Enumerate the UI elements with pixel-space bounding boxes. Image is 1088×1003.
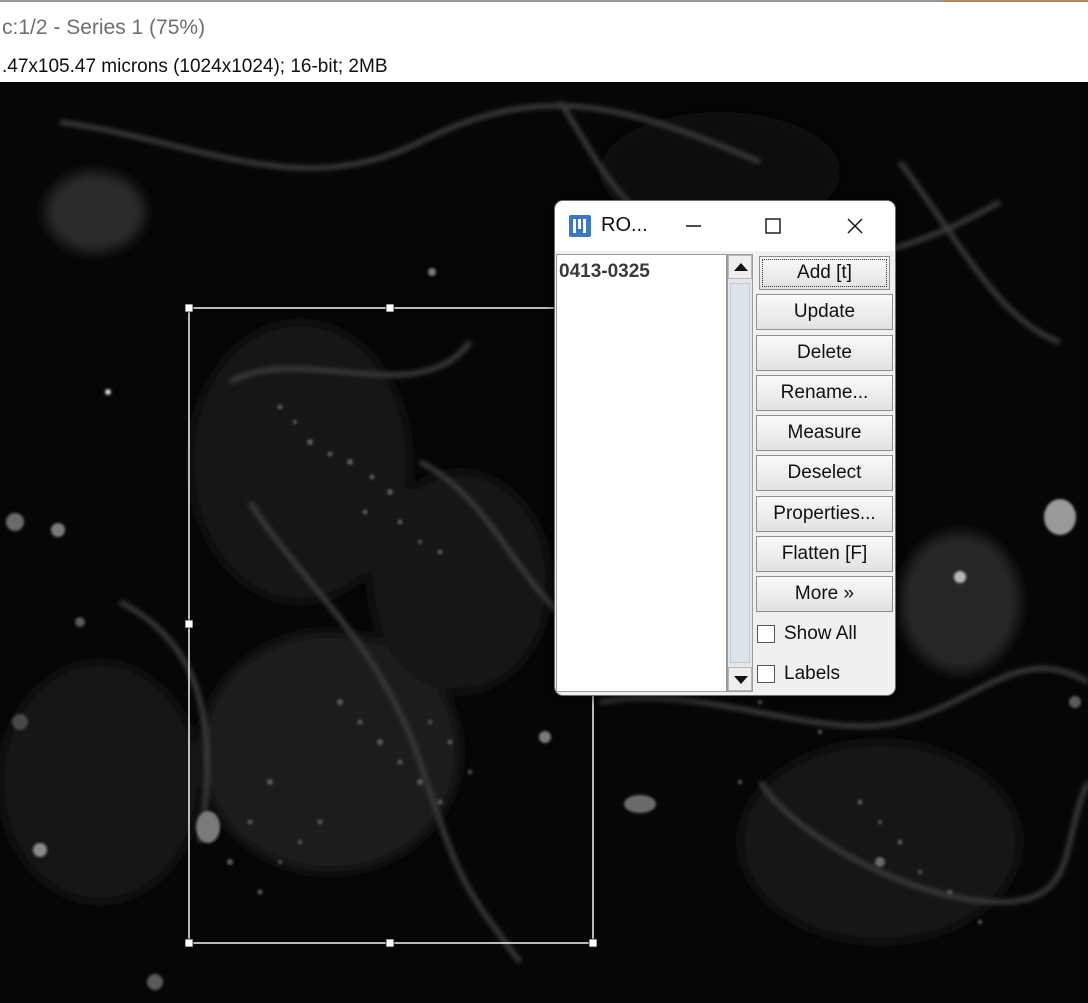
update-button[interactable]: Update — [756, 294, 893, 331]
rename-button[interactable]: Rename... — [756, 374, 893, 411]
list-item[interactable]: 0413-0325 — [559, 261, 650, 283]
image-canvas[interactable] — [0, 82, 1088, 1003]
maximize-icon[interactable] — [753, 211, 793, 241]
deselect-button[interactable]: Deselect — [756, 455, 893, 492]
roi-manager-titlebar[interactable]: RO... — [555, 201, 895, 251]
close-icon[interactable] — [835, 211, 875, 241]
imagej-logo-icon — [569, 215, 591, 237]
measure-button[interactable]: Measure — [756, 415, 893, 452]
titlebar-accent — [943, 0, 1088, 2]
labels-checkbox[interactable]: Labels — [756, 657, 894, 693]
roi-manager-title: RO... — [601, 214, 648, 236]
roi-manager-window[interactable]: RO... 0413-0325 Add [t] Update Delete Re… — [554, 200, 896, 696]
roi-list-scrollbar[interactable] — [727, 254, 753, 692]
add-button[interactable]: Add [t] — [759, 256, 890, 290]
show-all-checkbox[interactable]: Show All — [756, 617, 894, 653]
window-title: c:1/2 - Series 1 (75%) — [2, 16, 206, 39]
image-info-line: .47x105.47 microns (1024x1024); 16-bit; … — [2, 56, 388, 77]
micrograph-image — [0, 82, 1088, 1003]
scroll-up-icon[interactable] — [728, 255, 752, 279]
scrollbar-thumb[interactable] — [730, 283, 750, 663]
roi-list[interactable]: 0413-0325 — [556, 254, 727, 692]
image-window-titlebar: c:1/2 - Series 1 (75%) — [0, 0, 1088, 52]
show-all-checkbox-box[interactable] — [757, 624, 775, 643]
flatten-button[interactable]: Flatten [F] — [756, 536, 893, 573]
minimize-icon[interactable] — [673, 211, 713, 241]
show-all-label: Show All — [784, 622, 857, 644]
scroll-down-icon[interactable] — [728, 667, 752, 691]
delete-button[interactable]: Delete — [756, 334, 893, 371]
labels-label: Labels — [784, 662, 840, 684]
more-button[interactable]: More » — [756, 576, 893, 613]
properties-button[interactable]: Properties... — [756, 495, 893, 532]
roi-button-panel: Add [t] Update Delete Rename... Measure … — [756, 256, 894, 695]
labels-checkbox-box[interactable] — [757, 664, 775, 683]
